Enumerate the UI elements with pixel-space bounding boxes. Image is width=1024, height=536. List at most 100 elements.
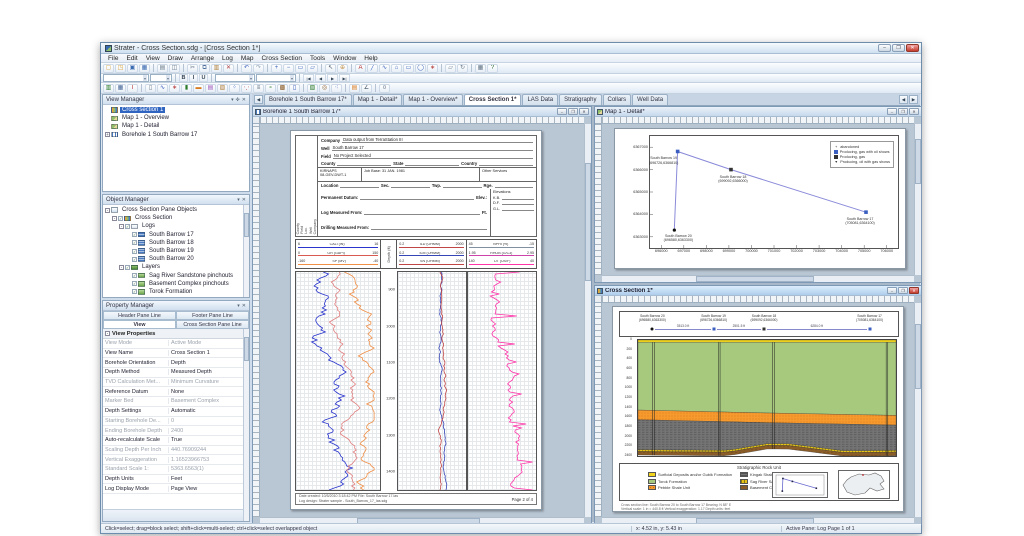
child-minimize-button[interactable]: – [557, 108, 567, 115]
graphic-log-icon-button[interactable]: ▨ [217, 83, 228, 93]
format-i-button[interactable]: I [189, 74, 198, 82]
text-tool-icon-button[interactable]: A [355, 63, 366, 73]
paste-icon-button[interactable]: ▥ [211, 63, 222, 73]
classed-post-log-icon-button[interactable]: ⁛ [241, 83, 252, 93]
tab-stratigraphy[interactable]: Stratigraphy [559, 94, 602, 105]
reshape-icon-button[interactable]: ▱ [445, 63, 456, 73]
post-map-icon-button[interactable]: ⁖ [331, 83, 342, 93]
zoom-in-icon-button[interactable]: + [271, 63, 282, 73]
expander-icon[interactable]: - [119, 264, 124, 270]
visibility-checkbox[interactable]: ✓ [132, 248, 137, 254]
post-log-icon-button[interactable]: ⁘ [229, 83, 240, 93]
borehole-manager-icon-button[interactable]: ▥ [103, 83, 114, 93]
close-button[interactable]: ✕ [906, 44, 919, 52]
menu-help[interactable]: Help [360, 55, 381, 62]
property-value[interactable]: Active Mode [169, 340, 249, 346]
panel-close-icon[interactable]: ✕ [242, 197, 246, 203]
panel-close-icon[interactable]: ✕ [242, 303, 246, 309]
well-construction-log-icon-button[interactable]: ▯ [289, 83, 300, 93]
app-titlebar[interactable]: Strater - Cross Section.sdg - [Cross Sec… [101, 43, 921, 54]
visibility-checkbox[interactable]: ✓ [132, 240, 137, 246]
crossplot-log-icon-button[interactable]: ∗ [169, 83, 180, 93]
tree-item-south-barrow-20[interactable]: ✓ South Barrow 20 [103, 255, 249, 263]
zoom-fit-icon-button[interactable]: ▱ [307, 63, 318, 73]
child-minimize-button[interactable]: – [887, 108, 897, 115]
property-value[interactable]: Basement Complex [169, 398, 249, 404]
format-u-button[interactable]: U [199, 74, 208, 82]
view-manager-caption[interactable]: View Manager ▾ ✜ ✕ [103, 95, 249, 105]
font-size-combo[interactable]: ▾ [150, 74, 172, 82]
visibility-checkbox[interactable]: ✓ [125, 264, 130, 270]
menu-map[interactable]: Map [237, 55, 258, 62]
menu-arrange[interactable]: Arrange [187, 55, 218, 62]
tree-item-map-1-overview[interactable]: Map 1 - Overview [103, 114, 249, 122]
tab-scroll-left2-button[interactable]: ◀ [899, 95, 908, 104]
profile-tool-icon-button[interactable]: ∠ [361, 83, 372, 93]
save-icon-button[interactable]: ▣ [127, 63, 138, 73]
visibility-checkbox[interactable]: ✓ [132, 232, 137, 238]
percentage-log-icon-button[interactable]: ▤ [205, 83, 216, 93]
font-combo[interactable]: ▾ [103, 74, 149, 82]
rect-tool-icon-button[interactable]: ▭ [403, 63, 414, 73]
panel-pin-icon[interactable]: ✜ [236, 97, 240, 103]
complex-text-log-icon-button[interactable]: ≡ [253, 83, 264, 93]
menu-window[interactable]: Window [329, 55, 360, 62]
pan-icon-button[interactable]: ⊕ [337, 63, 348, 73]
tab-las-data[interactable]: LAS Data [522, 94, 559, 105]
tree-item-basement-complex-pinchouts[interactable]: ✓ Basement Complex pinchouts [103, 280, 249, 288]
tab-scroll-left-button[interactable]: ◀ [254, 95, 263, 104]
record-nav-button-0[interactable]: |◀ [303, 74, 314, 82]
panel-menu-icon[interactable]: ▾ [237, 303, 240, 309]
property-value[interactable]: None [169, 389, 249, 395]
property-value[interactable]: 5363.6563(1) [169, 466, 249, 472]
text-item-icon-button[interactable]: T [127, 83, 138, 93]
expander-icon[interactable]: + [105, 132, 110, 138]
zoom-out-icon-button[interactable]: − [283, 63, 294, 73]
polygon-tool-icon-button[interactable]: ⌂ [391, 63, 402, 73]
map-window-titlebar[interactable]: Map 1 - Detail* – ❐ ✕ [595, 107, 921, 117]
property-value[interactable]: Measured Depth [169, 369, 249, 375]
line-style-combo[interactable]: ▾ [215, 74, 255, 82]
visibility-checkbox[interactable]: ✓ [125, 223, 130, 229]
property-value[interactable]: Cross Section 1 [169, 350, 249, 356]
zoom-rect-icon-button[interactable]: ▭ [295, 63, 306, 73]
tab-well-data[interactable]: Well Data [632, 94, 669, 105]
panel-close-icon[interactable]: ✕ [242, 97, 246, 103]
symbol-tool-icon-button[interactable]: ∗ [427, 63, 438, 73]
property-value[interactable]: 0 [169, 418, 249, 424]
visibility-checkbox[interactable]: ✓ [132, 281, 137, 287]
panel-menu-icon[interactable]: ▾ [231, 97, 234, 103]
borehole-vscrollbar[interactable] [584, 124, 591, 517]
zone-bar-log-icon-button[interactable]: ▮ [181, 83, 192, 93]
tree-item-south-barrow-18[interactable]: ✓ South Barrow 18 [103, 239, 249, 247]
child-close-button[interactable]: ✕ [909, 287, 919, 294]
menu-log[interactable]: Log [218, 55, 237, 62]
format-b-button[interactable]: B [179, 74, 188, 82]
object-manager-scrollbar[interactable] [243, 205, 249, 297]
tab-cross-section-1[interactable]: Cross Section 1* [463, 94, 522, 105]
borehole-window-titlebar[interactable]: Borehole 1 South Barrow 17* – ❐ ✕ [253, 107, 591, 117]
select-arrow-icon-button[interactable]: ↖ [325, 63, 336, 73]
tab-borehole-1-south-barrow-17[interactable]: Borehole 1 South Barrow 17* [264, 94, 352, 105]
property-tab-footer-pane-line[interactable]: Footer Pane Line [176, 311, 249, 320]
expander-icon[interactable]: - [105, 207, 110, 213]
menu-cross-section[interactable]: Cross Section [257, 55, 305, 62]
visibility-checkbox[interactable]: ✓ [118, 215, 123, 221]
expander-icon[interactable]: - [119, 223, 124, 229]
child-close-button[interactable]: ✕ [579, 108, 589, 115]
undo-icon-button[interactable]: ↶ [241, 63, 252, 73]
child-restore-button[interactable]: ❐ [568, 108, 578, 115]
record-nav-button-2[interactable]: ▶ [327, 74, 338, 82]
print-icon-button[interactable]: ▤ [157, 63, 168, 73]
data-table-icon-button[interactable]: ▦ [115, 83, 126, 93]
cross-section-view-icon-button[interactable]: ▤ [349, 83, 360, 93]
property-tab-view[interactable]: View [103, 320, 176, 329]
tree-item-sag-river-sandstone-pinchouts[interactable]: ✓ Sag River Sandstone pinchouts [103, 272, 249, 280]
child-restore-button[interactable]: ❐ [898, 287, 908, 294]
tree-item-cross-section[interactable]: - ✓ Cross Section [103, 214, 249, 222]
child-minimize-button[interactable]: – [887, 287, 897, 294]
property-value[interactable]: 1.16523966753 [169, 457, 249, 463]
property-value[interactable]: Depth [169, 360, 249, 366]
tree-item-cross-section-1[interactable]: Cross section 1 [103, 106, 249, 114]
tree-item-cross-section-pane-objects[interactable]: - Cross Section Pane Objects [103, 206, 249, 214]
